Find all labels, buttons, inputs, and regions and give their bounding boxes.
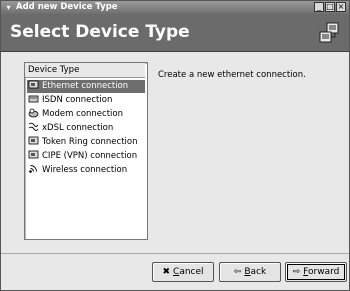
dialog-window: ▾ Add new Device Type _ □ × Select Devic…	[0, 0, 350, 291]
token-ring-icon	[28, 136, 39, 145]
isdn-card-icon	[28, 95, 39, 103]
cancel-icon: ✖	[162, 267, 171, 277]
list-item-label: xDSL connection	[42, 123, 114, 133]
list-item-wireless[interactable]: Wireless connection	[27, 164, 145, 177]
modem-icon	[28, 108, 39, 118]
list-column-header[interactable]: Device Type	[25, 63, 145, 78]
page-header: Select Device Type	[1, 14, 349, 52]
dsl-icon	[28, 122, 39, 131]
vpn-icon	[28, 150, 39, 159]
list-item-isdn[interactable]: ISDN connection	[27, 94, 145, 107]
list-item-xdsl[interactable]: xDSL connection	[27, 122, 145, 135]
forward-arrow-icon: ⇨	[292, 267, 301, 277]
window-menu-icon[interactable]: ▾	[3, 2, 14, 13]
content-area: Device Type Ethernet connection ISDN con…	[1, 52, 349, 252]
list-item-cipe-vpn[interactable]: CIPE (VPN) connection	[27, 150, 145, 163]
list-item-modem[interactable]: Modem connection	[27, 108, 145, 121]
device-type-list[interactable]: Device Type Ethernet connection ISDN con…	[24, 62, 148, 240]
button-separator	[1, 253, 349, 254]
back-button[interactable]: ⇦ Back	[219, 262, 281, 282]
wireless-icon	[29, 165, 37, 173]
back-arrow-icon: ⇦	[233, 267, 242, 277]
cancel-button[interactable]: ✖ Cancel	[152, 262, 214, 282]
forward-button[interactable]: ⇨ Forward	[285, 262, 347, 282]
title-bar[interactable]: ▾ Add new Device Type _ □ ×	[1, 1, 349, 14]
list-item-label: Modem connection	[42, 109, 123, 119]
window-title: Add new Device Type	[16, 2, 118, 12]
list-item-label: Wireless connection	[42, 165, 128, 175]
list-item-label: Token Ring connection	[42, 137, 138, 147]
list-item-label: ISDN connection	[42, 95, 113, 105]
close-button[interactable]: ×	[336, 2, 346, 12]
page-title: Select Device Type	[10, 22, 190, 42]
maximize-button[interactable]: □	[325, 2, 335, 12]
list-item-label: Ethernet connection	[42, 81, 129, 91]
network-device-icon	[319, 22, 339, 43]
device-description: Create a new ethernet connection.	[158, 70, 306, 80]
ethernet-card-icon	[28, 80, 39, 89]
list-item-ethernet[interactable]: Ethernet connection	[27, 80, 145, 93]
list-item-token-ring[interactable]: Token Ring connection	[27, 136, 145, 149]
list-item-label: CIPE (VPN) connection	[42, 151, 138, 161]
minimize-button[interactable]: _	[314, 2, 324, 12]
